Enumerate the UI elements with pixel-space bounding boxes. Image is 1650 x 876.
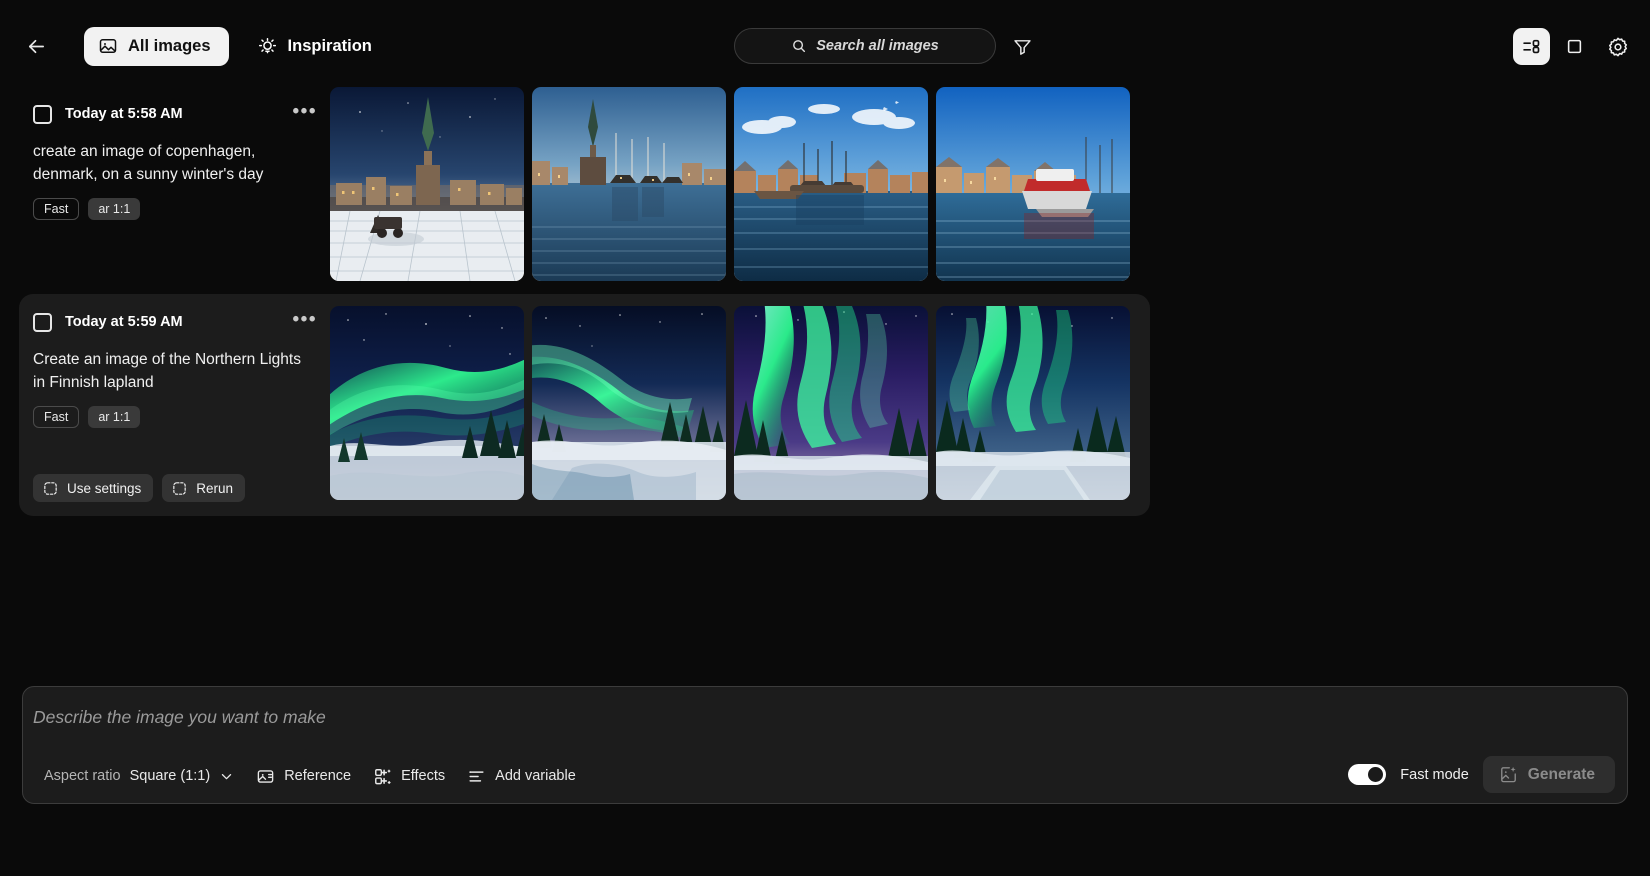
fast-mode-label: Fast mode — [1400, 767, 1469, 783]
rerun-button[interactable]: Rerun — [162, 474, 245, 502]
filter-icon — [1012, 36, 1033, 57]
card-thumbnails — [330, 306, 1130, 500]
card-details: Today at 5:59 AM ••• Create an image of … — [19, 294, 331, 516]
generate-button[interactable]: Generate — [1483, 756, 1615, 793]
badge-aspect-ratio: ar 1:1 — [88, 198, 140, 220]
card-timestamp: Today at 5:59 AM — [65, 314, 183, 330]
card-badges: Fast ar 1:1 — [33, 406, 331, 428]
aspect-ratio-value: Square (1:1) — [130, 768, 211, 784]
card-checkbox[interactable] — [33, 313, 52, 332]
badge-speed: Fast — [33, 198, 79, 220]
tab-all-images-label: All images — [128, 37, 211, 56]
back-button[interactable] — [14, 24, 58, 68]
badge-aspect-ratio: ar 1:1 — [88, 406, 140, 428]
grid-view-button[interactable] — [1556, 28, 1593, 65]
card-timestamp: Today at 5:58 AM — [65, 106, 183, 122]
reference-label: Reference — [284, 768, 351, 784]
card-thumbnails — [330, 87, 1130, 281]
more-options-icon[interactable]: ••• — [293, 105, 317, 119]
effects-icon — [373, 767, 392, 786]
reference-button[interactable]: Reference — [245, 761, 362, 791]
list-view-button[interactable] — [1513, 28, 1550, 65]
aspect-ratio-selector[interactable]: Aspect ratio Square (1:1) — [33, 761, 245, 791]
thumbnail-image[interactable] — [330, 306, 524, 500]
search-icon — [791, 38, 807, 54]
tab-all-images[interactable]: All images — [84, 27, 229, 66]
prompt-actions: Fast mode Generate — [1348, 756, 1615, 793]
filter-button[interactable] — [1006, 30, 1038, 62]
card-prompt: create an image of copenhagen, denmark, … — [33, 141, 315, 186]
card-badges: Fast ar 1:1 — [33, 198, 331, 220]
list-view-icon — [1521, 36, 1542, 57]
thumbnail-image[interactable] — [330, 87, 524, 281]
tab-inspiration-label: Inspiration — [288, 37, 372, 56]
effects-button[interactable]: Effects — [362, 761, 456, 791]
card-checkbox[interactable] — [33, 105, 52, 124]
thumbnail-image[interactable] — [532, 306, 726, 500]
thumbnail-image[interactable] — [734, 87, 928, 281]
rerun-dashed-icon — [171, 480, 188, 497]
reference-image-icon — [256, 767, 275, 786]
use-settings-button[interactable]: Use settings — [33, 474, 153, 502]
search-input[interactable]: Search all images — [734, 28, 996, 64]
prompt-placeholder: Describe the image you want to make — [33, 707, 326, 728]
card-header: Today at 5:59 AM — [33, 311, 331, 333]
prompt-textarea[interactable]: Describe the image you want to make — [33, 695, 1433, 739]
aspect-ratio-label: Aspect ratio — [44, 768, 121, 784]
add-variable-icon — [467, 767, 486, 786]
toggle-knob — [1368, 767, 1383, 782]
image-icon — [98, 36, 118, 56]
grid-view-icon — [1564, 36, 1585, 57]
add-variable-label: Add variable — [495, 768, 576, 784]
gear-icon — [1607, 36, 1629, 58]
thumbnail-image[interactable] — [734, 306, 928, 500]
fast-mode-toggle[interactable] — [1348, 764, 1386, 785]
thumbnail-image[interactable] — [936, 306, 1130, 500]
arrow-left-icon — [25, 35, 48, 58]
generate-label: Generate — [1528, 766, 1595, 784]
card-details: Today at 5:58 AM ••• create an image of … — [19, 86, 331, 287]
chevron-down-icon — [219, 769, 234, 784]
thumbnail-image[interactable] — [532, 87, 726, 281]
prompt-tools: Aspect ratio Square (1:1) Reference — [33, 761, 587, 791]
generate-sparkle-icon — [1499, 765, 1518, 784]
view-controls — [1513, 28, 1636, 65]
search-placeholder: Search all images — [816, 38, 939, 54]
card-prompt: Create an image of the Northern Lights i… — [33, 349, 315, 394]
card-actions: Use settings Rerun — [33, 474, 245, 502]
lightbulb-icon — [257, 36, 278, 57]
badge-speed: Fast — [33, 406, 79, 428]
more-options-icon[interactable]: ••• — [293, 313, 317, 327]
use-settings-label: Use settings — [67, 481, 141, 496]
tab-inspiration[interactable]: Inspiration — [243, 27, 390, 66]
effects-label: Effects — [401, 768, 445, 784]
add-variable-button[interactable]: Add variable — [456, 761, 587, 791]
settings-button[interactable] — [1599, 28, 1636, 65]
thumbnail-image[interactable] — [936, 87, 1130, 281]
card-header: Today at 5:58 AM — [33, 103, 331, 125]
rerun-label: Rerun — [196, 481, 233, 496]
settings-dashed-icon — [42, 480, 59, 497]
prompt-bar: Describe the image you want to make Aspe… — [22, 686, 1628, 804]
